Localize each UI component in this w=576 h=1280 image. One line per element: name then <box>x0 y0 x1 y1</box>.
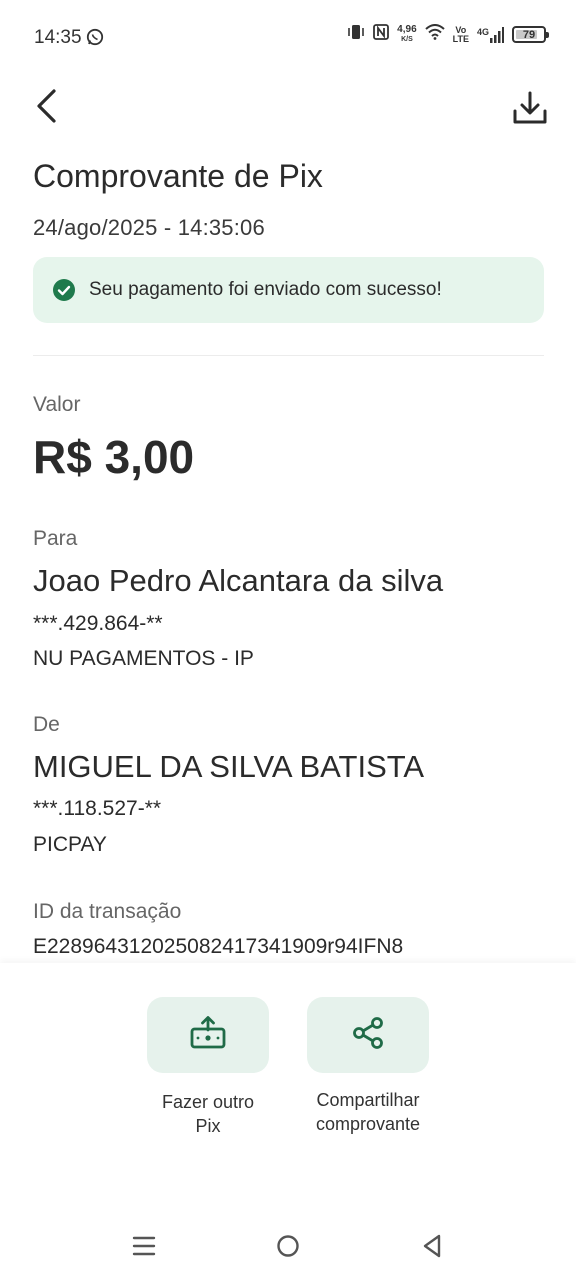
check-circle-icon <box>53 279 75 301</box>
payment-amount: R$ 3,00 <box>33 431 195 483</box>
back-nav-button[interactable] <box>412 1232 452 1264</box>
volte-indicator: Vo LTE <box>452 24 469 44</box>
recent-apps-button[interactable] <box>124 1232 164 1264</box>
value-label: Valor <box>33 393 81 416</box>
share-icon <box>351 1016 385 1055</box>
transaction-label: ID da transação <box>33 900 182 923</box>
battery-indicator: 79 <box>512 26 549 43</box>
share-receipt-button[interactable] <box>307 997 429 1073</box>
download-icon <box>512 90 548 131</box>
transaction-id: E228964312025082417341909r94IFN8 <box>33 935 404 958</box>
recipient-label: Para <box>33 527 78 550</box>
recipient-name: Joao Pedro Alcantara da silva <box>33 563 444 598</box>
chevron-left-icon <box>34 88 58 129</box>
new-pix-label: Fazer outro Pix <box>161 1092 255 1136</box>
nfc-icon <box>373 24 390 45</box>
page-title: Comprovante de Pix <box>33 158 323 194</box>
wifi-icon <box>424 24 445 45</box>
download-button[interactable] <box>508 88 552 132</box>
payer-label: De <box>33 713 60 736</box>
whatsapp-icon <box>86 28 104 51</box>
network-speed: 4,96 K/S <box>397 23 417 43</box>
payer-institution: PICPAY <box>33 833 107 856</box>
receipt-datetime: 24/ago/2025 - 14:35:06 <box>33 215 265 240</box>
payer-name: MIGUEL DA SILVA BATISTA <box>33 749 425 784</box>
triangle-back-icon <box>421 1234 443 1263</box>
status-bar: 14:35 4,96 K/S Vo LTE 4G 79 <box>0 0 576 76</box>
recipient-institution: NU PAGAMENTOS - IP <box>33 647 254 670</box>
success-banner: Seu pagamento foi enviado com sucesso! <box>33 257 544 323</box>
share-receipt-label: Compartilhar comprovante <box>315 1090 421 1134</box>
back-button[interactable] <box>26 88 66 128</box>
new-pix-button[interactable] <box>147 997 269 1073</box>
payer-document: ***.118.527-** <box>33 797 162 820</box>
divider <box>33 355 544 356</box>
status-icons: 4,96 K/S Vo LTE 4G 79 <box>347 23 549 45</box>
status-time: 14:35 <box>34 27 82 48</box>
circle-icon <box>276 1234 300 1263</box>
vibrate-icon <box>347 24 365 45</box>
signal-icon: 4G <box>477 26 504 43</box>
send-money-icon <box>189 1015 227 1056</box>
recipient-document: ***.429.864-** <box>33 612 163 635</box>
success-message: Seu pagamento foi enviado com sucesso! <box>89 279 442 300</box>
menu-icon <box>132 1235 156 1262</box>
home-button[interactable] <box>268 1232 308 1264</box>
